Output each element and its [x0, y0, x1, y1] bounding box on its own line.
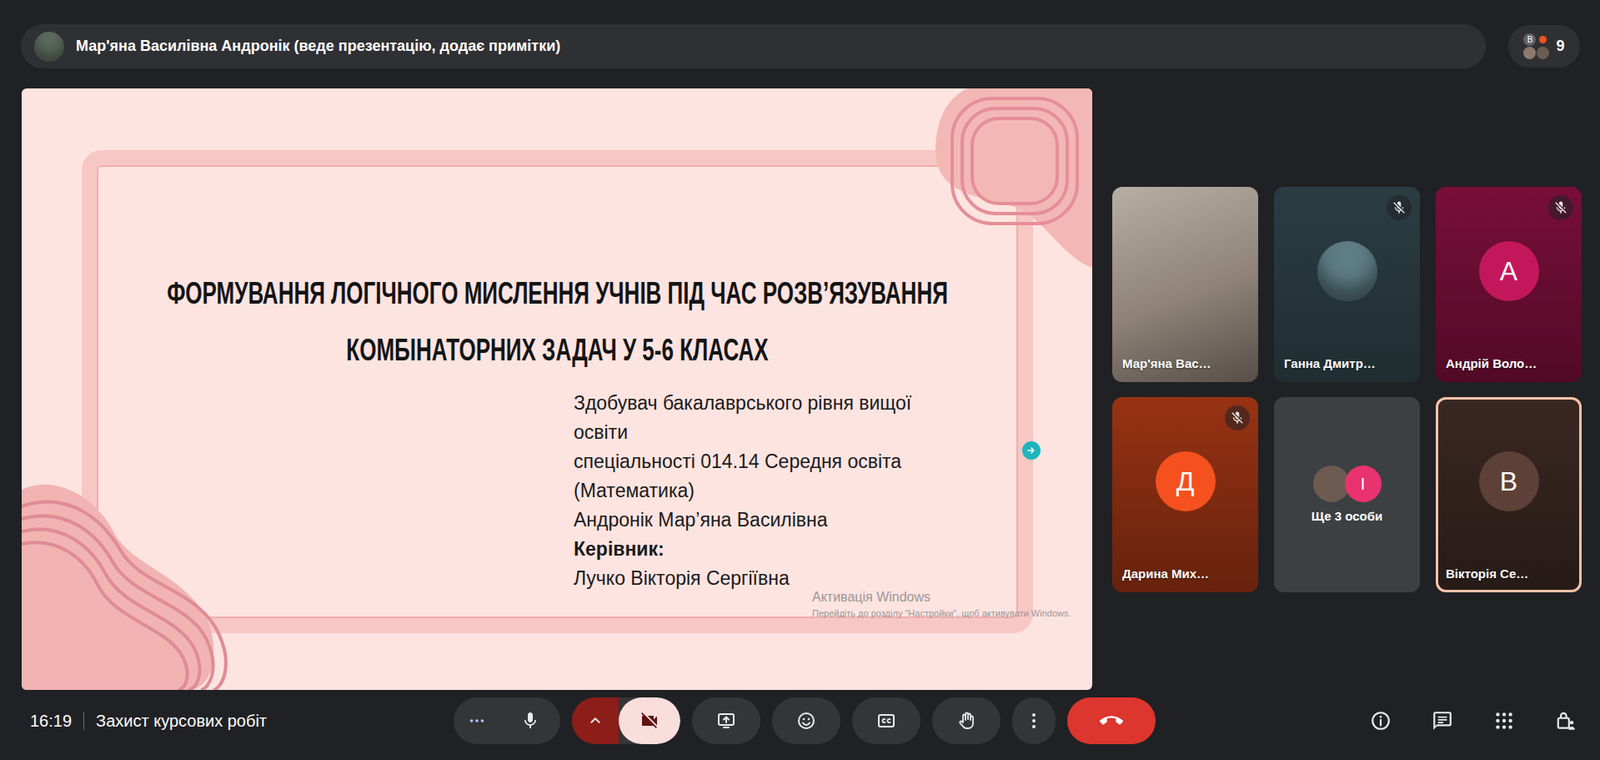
call-controls — [453, 697, 1156, 744]
tile-center — [1112, 186, 1259, 357]
participant-name: Дарина Мих… — [1112, 566, 1259, 592]
participant-name: Мар'яна Вас… — [1112, 356, 1259, 382]
participants-button[interactable]: В9 — [1508, 25, 1580, 68]
activities-button[interactable] — [1491, 707, 1517, 733]
mic-icon — [520, 710, 541, 731]
participant-tile[interactable]: Д Дарина Мих… — [1112, 396, 1259, 592]
side-buttons — [1155, 707, 1580, 733]
participant-tile[interactable]: І Ще 3 особи — [1273, 396, 1420, 592]
audio-options-button[interactable] — [453, 697, 501, 744]
participant-name: Ганна Дмитр… — [1273, 356, 1420, 382]
present-button[interactable] — [692, 697, 761, 744]
slide-author-line: Здобувач бакалаврського рівня вищої — [573, 388, 1012, 418]
group-label: Ще 3 особи — [1311, 508, 1383, 523]
laser-pointer-icon — [1022, 441, 1041, 460]
slide-title: ФОРМУВАННЯ ЛОГІЧНОГО МИСЛЕННЯ УЧНІВ ПІД … — [103, 264, 1012, 378]
raise-hand-button[interactable] — [932, 697, 1001, 744]
avatar-letter: Д — [1155, 451, 1216, 512]
separator — [83, 711, 85, 730]
avatar-letter: В — [1479, 451, 1540, 512]
avatar-letter: А — [1479, 240, 1540, 301]
apps-grid-icon — [1493, 709, 1515, 732]
slide-author-line: Андронік Мар’яна Василівна — [573, 505, 1012, 535]
slide-author-line: Лучко Вікторія Сергіївна — [573, 563, 1012, 593]
mic-off-icon — [1548, 195, 1574, 221]
slide-title-line: КОМБІНАТОРНИХ ЗАДАЧ У 5-6 КЛАСАХ — [346, 309, 768, 389]
chat-button[interactable] — [1429, 707, 1455, 733]
mic-button[interactable] — [500, 697, 561, 744]
host-controls-button[interactable] — [1553, 707, 1579, 733]
camera-control — [571, 697, 681, 744]
avatar-photo — [1317, 240, 1378, 301]
video-options-button[interactable] — [571, 697, 619, 744]
participant-name: Вікторія Се… — [1435, 566, 1582, 592]
group-avatar — [1313, 465, 1350, 502]
leave-call-button[interactable] — [1067, 697, 1156, 744]
present-screen-icon — [716, 710, 737, 731]
dots-vertical-icon — [1023, 710, 1044, 731]
slide-author-line: Керівник: — [573, 534, 1012, 564]
participant-count: 9 — [1555, 37, 1565, 56]
captions-button[interactable] — [852, 697, 921, 744]
mini-avatar — [1536, 46, 1550, 60]
smiley-icon — [796, 710, 817, 731]
participants-avatars: В — [1523, 33, 1550, 60]
presenter-banner[interactable]: Мар'яна Василівна Андронік (веде презент… — [20, 24, 1486, 69]
watermark-hint: Перейдіть до розділу "Настройки", щоб ак… — [812, 606, 1079, 619]
lock-person-icon — [1554, 709, 1577, 732]
mini-avatar — [1539, 35, 1547, 44]
group-avatars: І — [1313, 465, 1382, 502]
watermark-title: Активація Windows — [812, 588, 1079, 606]
top-bar: Мар'яна Василівна Андронік (веде презент… — [0, 0, 1600, 69]
mic-control — [453, 697, 561, 744]
corner-blob-icon — [21, 472, 272, 690]
participant-name: Андрій Воло… — [1435, 356, 1582, 382]
dots-horizontal-icon — [467, 711, 487, 730]
info-icon — [1369, 709, 1392, 732]
group-summary: І Ще 3 особи — [1273, 396, 1420, 592]
clock: 16:19 — [30, 711, 72, 731]
meeting-details-button[interactable] — [1368, 707, 1394, 733]
corner-blob-icon — [917, 88, 1093, 268]
slide-author-line: спеціальності 014.14 Середня освіта — [573, 446, 1012, 477]
stage: ФОРМУВАННЯ ЛОГІЧНОГО МИСЛЕННЯ УЧНІВ ПІД … — [0, 68, 1600, 690]
slide-author-line: освіти — [573, 417, 1012, 447]
slide-title-line: ФОРМУВАННЯ ЛОГІЧНОГО МИСЛЕННЯ УЧНІВ ПІД … — [166, 252, 948, 332]
group-avatar: І — [1344, 465, 1382, 502]
participant-tile[interactable]: В Вікторія Се… — [1435, 396, 1582, 592]
presenter-avatar — [34, 31, 65, 62]
meeting-info: 16:19 Захист курсових робіт — [30, 711, 454, 731]
participant-tile[interactable]: А Андрій Воло… — [1435, 186, 1582, 382]
windows-activation-watermark: Активація WindowsПерейдіть до розділу "Н… — [812, 588, 1079, 619]
mini-avatar: В — [1523, 33, 1536, 46]
chevron-up-icon — [586, 711, 605, 730]
mic-off-icon — [1386, 195, 1412, 221]
meeting-title: Захист курсових робіт — [95, 711, 267, 731]
slide-frame: ФОРМУВАННЯ ЛОГІЧНОГО МИСЛЕННЯ УЧНІВ ПІД … — [81, 150, 1034, 633]
mini-avatar — [1523, 46, 1536, 60]
chat-icon — [1431, 709, 1454, 732]
mic-off-icon — [1224, 405, 1250, 431]
bottom-bar: 16:19 Захист курсових робіт — [0, 696, 1600, 745]
reactions-button[interactable] — [772, 697, 841, 744]
participant-tile[interactable]: Ганна Дмитр… — [1273, 186, 1420, 382]
hand-icon — [956, 710, 977, 731]
presenter-label: Мар'яна Василівна Андронік (веде презент… — [75, 37, 561, 56]
slide-author-line: (Математика) — [573, 476, 1012, 506]
presentation-slide: ФОРМУВАННЯ ЛОГІЧНОГО МИСЛЕННЯ УЧНІВ ПІД … — [21, 88, 1093, 690]
captions-icon — [876, 710, 897, 731]
camera-off-icon — [639, 710, 660, 731]
participant-grid: Мар'яна Вас… Ганна Дмитр… А Андрій Воло… Д Да… — [1112, 186, 1582, 592]
camera-button[interactable] — [618, 697, 681, 744]
meet-window: Мар'яна Василівна Андронік (веде презент… — [0, 0, 1600, 760]
slide-author-block: Здобувач бакалаврського рівня вищоїосвіт… — [103, 388, 1012, 593]
participant-tile[interactable]: Мар'яна Вас… — [1112, 186, 1259, 382]
tile-center: В — [1435, 396, 1582, 567]
more-options-button[interactable] — [1012, 697, 1056, 744]
hang-up-icon — [1099, 708, 1124, 733]
